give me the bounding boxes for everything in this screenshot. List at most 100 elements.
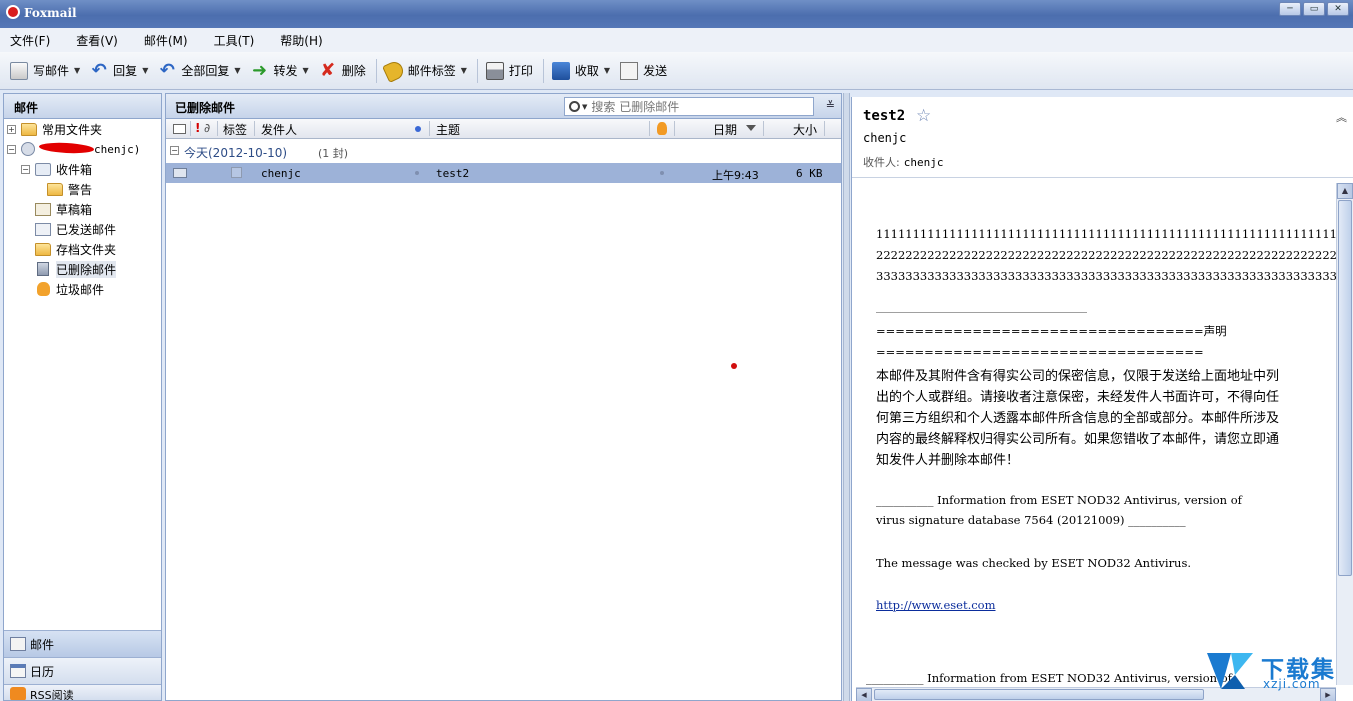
folder-sent[interactable]: 已发送邮件: [4, 219, 161, 239]
folder-drafts[interactable]: 草稿箱: [4, 199, 161, 219]
vertical-scrollbar[interactable]: ▲: [1336, 183, 1353, 685]
star-icon[interactable]: ☆: [916, 106, 931, 126]
column-divider: [190, 121, 191, 136]
priority-icon[interactable]: !: [195, 121, 200, 135]
print-button[interactable]: 打印: [482, 57, 537, 85]
chevron-down-icon[interactable]: ▼: [234, 66, 240, 75]
folder-deleted[interactable]: 已删除邮件: [4, 259, 161, 279]
reply-label: 回复: [113, 64, 138, 78]
nav-calendar-button[interactable]: 日历: [4, 657, 161, 684]
cursor-marker: [731, 363, 737, 369]
window-title: Foxmail: [24, 6, 77, 20]
reply-button[interactable]: ↶ 回复 ▼: [86, 57, 152, 85]
menu-help[interactable]: 帮助(H): [276, 30, 326, 51]
send-button[interactable]: 发送: [616, 57, 671, 85]
window-controls: ─ ▭ ✕: [1279, 2, 1349, 16]
receive-button[interactable]: 收取 ▼: [548, 57, 614, 85]
toolbar-divider: [542, 58, 544, 83]
folder-alert[interactable]: 警告: [4, 179, 161, 199]
mail-row[interactable]: chenjc test2 上午9:43 6 KB: [166, 163, 841, 183]
column-divider: [824, 121, 825, 136]
rss-icon: [10, 687, 26, 700]
tag-checkbox[interactable]: [231, 167, 242, 178]
mail-list-header: 已删除邮件 ▼ ≚: [166, 94, 841, 119]
account-node[interactable]: − chenjc): [4, 139, 161, 159]
nav-mail-button[interactable]: 邮件: [4, 630, 161, 657]
collapse-icon[interactable]: −: [21, 164, 30, 174]
compose-button[interactable]: 写邮件 ▼: [6, 57, 84, 85]
column-divider: [649, 121, 650, 136]
chevron-down-icon[interactable]: ▼: [303, 66, 309, 75]
menu-tools[interactable]: 工具(T): [210, 30, 259, 51]
tags-button[interactable]: 邮件标签 ▼: [381, 57, 471, 85]
folder-label: 常用文件夹: [42, 122, 103, 137]
status-dot-icon: [660, 171, 664, 175]
chevron-down-icon[interactable]: ▼: [604, 66, 610, 75]
pane-splitter[interactable]: [843, 93, 850, 701]
status-dot-icon[interactable]: [415, 126, 421, 132]
mail-sender: chenjc: [261, 167, 301, 180]
redaction-mark: [38, 141, 95, 155]
folder-inbox[interactable]: − 收件箱: [4, 159, 161, 179]
chevron-down-icon[interactable]: ▼: [142, 66, 148, 75]
recipient[interactable]: chenjc: [904, 156, 944, 169]
scroll-up-icon[interactable]: ▲: [1337, 183, 1353, 199]
reading-pane: test2 ☆ chenjc 收件人: chenjc ︽ 111111111111…: [851, 97, 1353, 701]
chevron-down-icon[interactable]: ▼: [461, 66, 467, 75]
send-icon: [620, 61, 639, 80]
scroll-left-icon[interactable]: ◀: [856, 688, 872, 701]
menu-file[interactable]: 文件(F): [6, 30, 54, 51]
menu-mail[interactable]: 邮件(M): [140, 30, 192, 51]
expand-icon[interactable]: +: [7, 124, 16, 134]
reply-icon: ↶: [91, 59, 107, 81]
disclaimer-line: 何第三方组织和个人透露本邮件所含信息的全部或部分。本邮件所涉及: [876, 411, 1280, 426]
scroll-thumb[interactable]: [1338, 200, 1352, 576]
scroll-thumb[interactable]: [874, 689, 1204, 700]
close-button[interactable]: ✕: [1327, 2, 1349, 16]
column-sender[interactable]: 发件人: [261, 121, 297, 138]
menu-view[interactable]: 查看(V): [72, 30, 122, 51]
search-input[interactable]: [591, 99, 792, 114]
chevron-down-icon[interactable]: ▼: [582, 103, 587, 111]
folder-label: 已删除邮件: [56, 260, 117, 278]
column-size[interactable]: 大小: [793, 121, 817, 138]
disclaimer-line: 知发件人并删除本邮件！: [876, 453, 1020, 468]
title-bar: Foxmail ─ ▭ ✕: [0, 0, 1353, 28]
folder-common[interactable]: + 常用文件夹: [4, 119, 161, 139]
trash-icon: [37, 262, 49, 276]
column-tag[interactable]: 标签: [223, 121, 247, 138]
reply-all-button[interactable]: ↶ 全部回复 ▼: [154, 57, 244, 85]
message-from[interactable]: chenjc: [863, 131, 906, 145]
column-subject[interactable]: 主题: [436, 121, 460, 138]
folder-archive[interactable]: 存档文件夹: [4, 239, 161, 259]
column-date[interactable]: 日期: [713, 121, 737, 138]
search-box[interactable]: ▼: [564, 97, 814, 116]
delete-label: 删除: [341, 64, 366, 78]
nav-rss-button[interactable]: RSS阅读: [4, 684, 161, 700]
column-divider: [217, 121, 218, 136]
collapse-icon[interactable]: −: [7, 144, 16, 154]
message-body: 1111111111111111111111111111111111111111…: [852, 183, 1336, 685]
collapse-icon[interactable]: −: [170, 146, 179, 155]
date-group-header[interactable]: − 今天(2012-10-10) (1 封): [166, 139, 841, 163]
chevron-down-icon[interactable]: ▼: [74, 66, 80, 75]
mail-date: 上午9:43: [712, 169, 759, 182]
print-label: 打印: [508, 64, 533, 78]
eset-link[interactable]: http://www.eset.com: [876, 598, 996, 612]
column-divider: [763, 121, 764, 136]
collapse-header-icon[interactable]: ︽: [1336, 109, 1347, 125]
minimize-button[interactable]: ─: [1279, 2, 1301, 16]
forward-button[interactable]: ➜ 转发 ▼: [247, 57, 313, 85]
disclaimer-line: 内容的最终解释权归得实公司所有。如果您错收了本邮件，请您立即通: [876, 432, 1280, 447]
maximize-button[interactable]: ▭: [1303, 2, 1325, 16]
attachment-icon[interactable]: ∂: [204, 121, 210, 135]
signature-rule: [876, 312, 1087, 313]
double-chevron-down-icon[interactable]: ≚: [826, 99, 835, 112]
folder-spam[interactable]: 垃圾邮件: [4, 279, 161, 299]
delete-button[interactable]: ✘ 删除: [315, 57, 370, 85]
flame-icon[interactable]: [657, 122, 667, 135]
account-label: chenjc): [94, 142, 141, 156]
eset-info-line: __________ Information from ESET NOD32 A…: [876, 493, 1242, 507]
reply-all-icon: ↶: [159, 59, 175, 81]
read-status-icon[interactable]: [173, 124, 186, 134]
